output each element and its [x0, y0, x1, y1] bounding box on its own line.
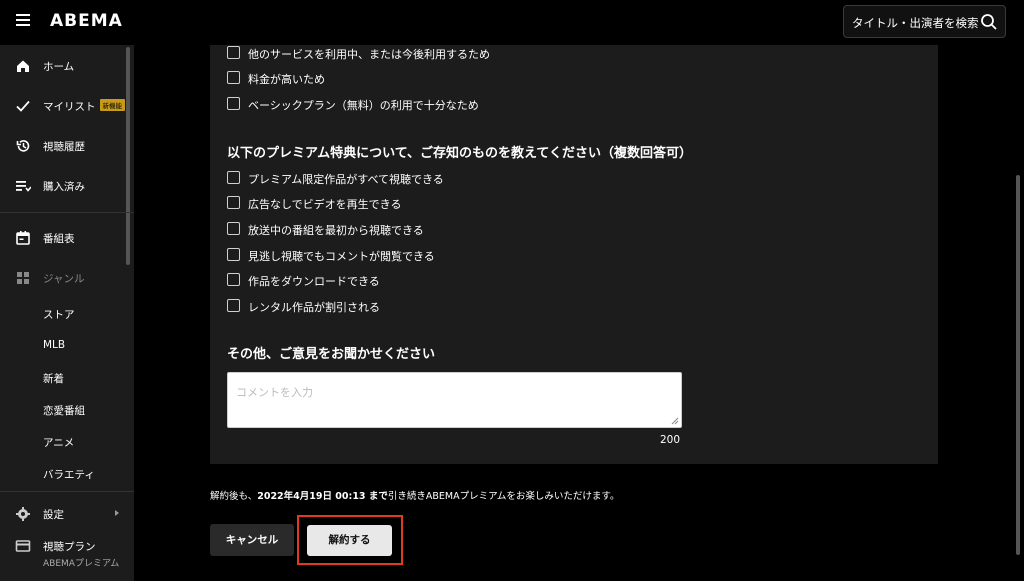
opinion-question-title: その他、ご意見をお聞かせください	[227, 347, 436, 362]
char-limit-counter: 200	[660, 434, 681, 446]
checkbox[interactable]	[227, 46, 240, 59]
mylist-label: マイリスト	[43, 101, 96, 113]
sidebar-item-label: 番組表	[43, 233, 75, 245]
checkbox[interactable]	[227, 171, 240, 184]
chevron-right-icon	[115, 510, 119, 516]
cancel-button[interactable]: キャンセル	[210, 524, 294, 556]
sidebar-genre-store[interactable]: ストア	[0, 301, 124, 327]
notice-suffix: 引き続きABEMAプレミアムをお楽しみいただけます。	[387, 491, 620, 502]
checkbox-label: プレミアム限定作品がすべて視聴できる	[248, 173, 444, 186]
checkbox-label: ベーシックプラン（無料）の利用で十分なため	[248, 99, 479, 112]
checkbox[interactable]	[227, 299, 240, 312]
sidebar-item-history[interactable]: 視聴履歴	[0, 133, 124, 159]
cancellation-notice: 解約後も、2022年4月19日 00:13 まで引き続きABEMAプレミアムをお…	[210, 488, 619, 502]
history-icon	[16, 140, 30, 152]
checkbox-label: 料金が高いため	[248, 73, 325, 86]
gear-icon	[16, 507, 30, 521]
checkbox[interactable]	[227, 222, 240, 235]
sidebar-item-label: 設定	[43, 509, 64, 521]
notice-date: 2022年4月19日 00:13 まで	[257, 491, 388, 502]
checkbox[interactable]	[227, 248, 240, 261]
check-icon	[16, 100, 30, 112]
main-scrollbar[interactable]	[1016, 175, 1020, 555]
checkbox-label: 見逃し視聴でもコメントが閲覧できる	[248, 250, 435, 263]
sidebar-item-genre[interactable]: ジャンル	[0, 265, 124, 291]
hamburger-menu-icon[interactable]	[16, 14, 30, 26]
sidebar-item-label: 視聴履歴	[43, 141, 85, 153]
sidebar-item-label: ホーム	[43, 61, 75, 73]
checkbox-label: 他のサービスを利用中、または今後利用するため	[248, 48, 490, 61]
sidebar-item-settings[interactable]: 設定	[0, 501, 124, 527]
checkbox[interactable]	[227, 273, 240, 286]
checkbox[interactable]	[227, 71, 240, 84]
plan-value: ABEMAプレミアム	[43, 559, 120, 569]
sidebar-genre-romance[interactable]: 恋愛番組	[0, 397, 124, 423]
genre-label: アニメ	[43, 437, 75, 449]
grid-icon	[17, 272, 29, 284]
comment-textarea[interactable]: コメントを入力	[227, 372, 682, 428]
genre-label: 新着	[43, 373, 64, 385]
card-icon	[15, 540, 31, 552]
sidebar-item-label: 購入済み	[43, 181, 85, 193]
sidebar-genre-new[interactable]: 新着	[0, 365, 124, 391]
checkbox-label: 放送中の番組を最初から視聴できる	[248, 224, 424, 237]
sidebar-item-home[interactable]: ホーム	[0, 53, 124, 79]
sidebar-item-purchased[interactable]: 購入済み	[0, 173, 124, 199]
sidebar-genre-variety[interactable]: バラエティ	[0, 461, 124, 487]
sidebar-genre-mlb[interactable]: MLB	[0, 333, 124, 359]
unsubscribe-button[interactable]: 解約する	[307, 525, 392, 556]
checkbox-label: 作品をダウンロードできる	[248, 275, 380, 288]
sidebar-item-label: マイリスト 新機能	[43, 99, 125, 114]
sidebar-divider	[0, 491, 134, 492]
comment-placeholder: コメントを入力	[236, 386, 313, 399]
calendar-icon	[16, 231, 30, 245]
sidebar-item-schedule[interactable]: 番組表	[0, 225, 124, 251]
sidebar-item-label: 視聴プラン	[43, 541, 96, 553]
notice-prefix: 解約後も、	[210, 491, 258, 502]
resize-grip-icon[interactable]	[671, 417, 679, 425]
search-icon	[981, 14, 997, 30]
sidebar-item-mylist[interactable]: マイリスト 新機能	[0, 93, 125, 119]
genre-label: ストア	[43, 309, 75, 321]
top-header: ABEMA タイトル・出演者を検索	[0, 0, 1024, 45]
checkbox[interactable]	[227, 97, 240, 110]
sidebar-genre-anime[interactable]: アニメ	[0, 429, 124, 455]
new-feature-badge: 新機能	[99, 99, 125, 111]
checkbox[interactable]	[227, 196, 240, 209]
sidebar-item-label: ジャンル	[43, 273, 85, 285]
home-icon	[17, 60, 29, 72]
search-label: タイトル・出演者を検索	[852, 16, 979, 30]
checkbox-label: レンタル作品が割引される	[248, 301, 380, 314]
sidebar-scrollbar[interactable]	[126, 47, 130, 265]
checkbox-label: 広告なしでビデオを再生できる	[248, 198, 402, 211]
genre-label: 恋愛番組	[43, 405, 85, 417]
sidebar-divider	[0, 212, 134, 213]
purchased-icon	[16, 181, 31, 192]
benefits-question-title: 以下のプレミアム特典について、ご存知のものを教えてください（複数回答可）	[227, 146, 693, 161]
genre-label: バラエティ	[43, 469, 95, 481]
abema-logo[interactable]: ABEMA	[50, 11, 123, 31]
genre-label: MLB	[43, 339, 66, 351]
search-button[interactable]: タイトル・出演者を検索	[843, 5, 1006, 38]
